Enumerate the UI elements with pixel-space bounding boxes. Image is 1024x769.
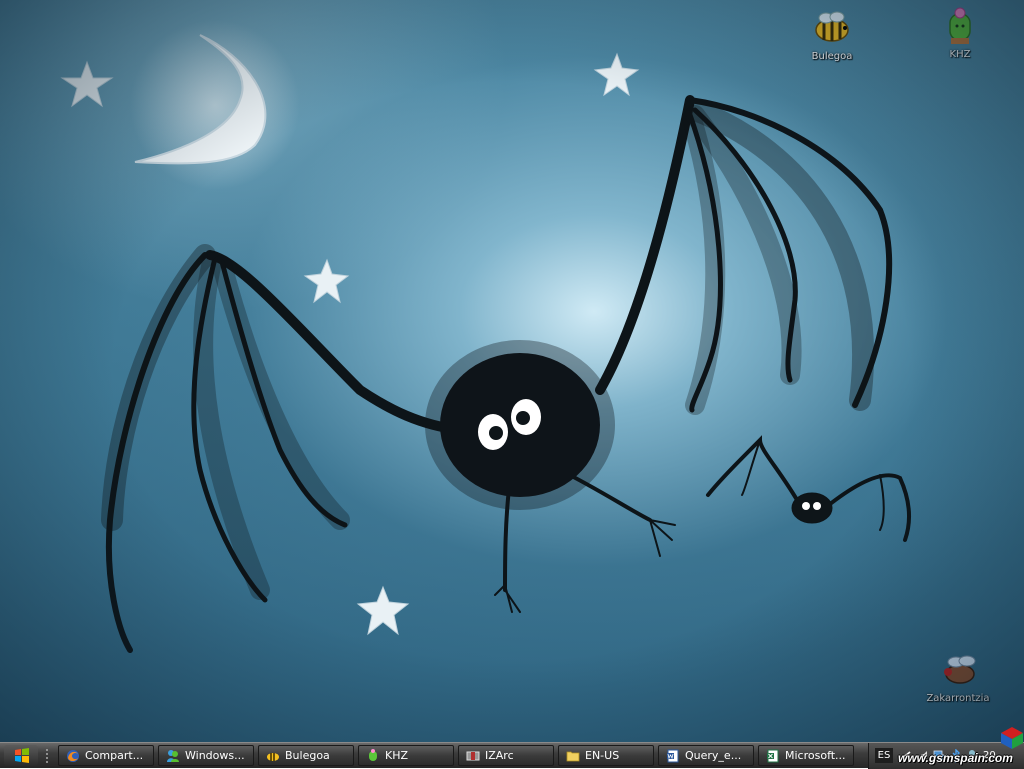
taskbar-button-microsoft[interactable]: Microsoft... [758, 745, 854, 766]
star-icon [303, 258, 350, 304]
taskbar-button-windows[interactable]: Windows... [158, 745, 254, 766]
taskbar-button-compart[interactable]: Compart... [58, 745, 154, 766]
desktop[interactable]: Bulegoa KHZ Zakarrontzia [0, 0, 1024, 742]
taskbar-button-label: EN-US [585, 749, 620, 762]
taskbar-button-label: Bulegoa [285, 749, 330, 762]
taskbar-button-label: Query_e... [685, 749, 742, 762]
fly-icon [944, 655, 976, 684]
folder-icon [566, 751, 580, 761]
bee-icon [267, 752, 279, 761]
firefox-icon [67, 749, 79, 762]
cactus-icon [949, 7, 971, 44]
desktop-icon-khz[interactable]: KHZ [922, 6, 998, 60]
taskbar-grip[interactable] [44, 748, 50, 763]
taskbar-button-khz[interactable]: KHZ [358, 745, 454, 766]
taskbar-button-label: KHZ [385, 749, 409, 762]
taskbar-button-en-us[interactable]: EN-US [558, 745, 654, 766]
taskbar-button-query[interactable]: Query_e... [658, 745, 754, 766]
desktop-icon-label: KHZ [949, 49, 971, 60]
watermark-text: www.gsmspain.com [898, 751, 1013, 765]
cactus-icon [369, 748, 377, 761]
desktop-icon-label: Zakarrontzia [926, 693, 990, 704]
gsmspain-logo-icon [1001, 727, 1023, 749]
taskbar-button-izarc[interactable]: IZArc [458, 745, 554, 766]
start-button[interactable] [4, 745, 38, 766]
language-indicator[interactable]: ES [875, 748, 893, 763]
archive-icon [466, 751, 480, 760]
star-icon [60, 60, 114, 108]
star-icon [593, 52, 640, 97]
taskbar-button-label: Microsoft... [785, 749, 846, 762]
taskbar-button-label: Compart... [85, 749, 144, 762]
bee-icon [815, 11, 849, 42]
taskbar-button-label: Windows... [185, 749, 245, 762]
taskbar: Compart... Windows... Bulegoa KHZ IZArc … [0, 742, 1024, 769]
excel-icon [767, 749, 779, 762]
star-icon [356, 585, 410, 636]
desktop-icon-label: Bulegoa [811, 51, 853, 62]
taskbar-button-bulegoa[interactable]: Bulegoa [258, 745, 354, 766]
desktop-icon-zakarrontzia[interactable]: Zakarrontzia [920, 650, 996, 704]
messenger-icon [167, 749, 179, 762]
grip-icon [46, 749, 48, 763]
small-bat-illustration [706, 435, 912, 542]
bat-wallpaper [60, 20, 912, 653]
windows-logo-icon [15, 748, 29, 763]
taskbar-button-label: IZArc [485, 749, 514, 762]
desktop-icon-bulegoa[interactable]: Bulegoa [794, 8, 870, 62]
word-document-icon [667, 749, 679, 762]
